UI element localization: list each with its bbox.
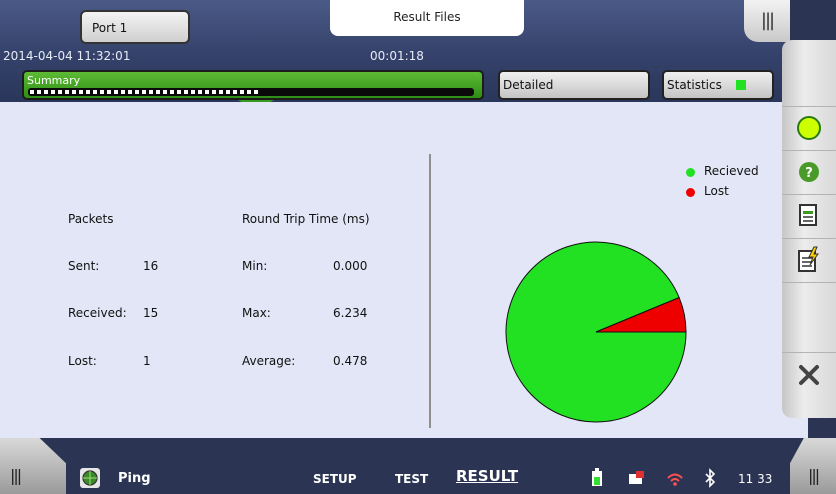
lost-value: 1 xyxy=(143,354,151,368)
help-glyph: ? xyxy=(805,166,813,181)
datetime: 2014-04-04 11:32:01 xyxy=(3,49,131,63)
port-tab[interactable]: Port 1 xyxy=(80,10,190,44)
legend-received-swatch xyxy=(686,168,695,177)
result-files-button[interactable]: Result Files xyxy=(330,0,524,36)
sent-label: Sent: xyxy=(68,259,100,273)
received-value: 15 xyxy=(143,306,159,320)
legend-received-label: Recieved xyxy=(704,164,759,178)
test-progress-fill xyxy=(30,90,260,94)
top-menu-handle[interactable]: ||| xyxy=(744,0,790,42)
app-icon-button[interactable] xyxy=(80,468,100,488)
rtt-average-label: Average: xyxy=(242,354,296,368)
packet-pie-chart xyxy=(505,241,687,423)
tab-summary-label: Summary xyxy=(27,74,81,87)
report-button[interactable] xyxy=(782,194,836,236)
right-handle-glyph: ||| xyxy=(808,466,820,485)
tab-summary[interactable]: Summary xyxy=(22,70,484,100)
sent-value: 16 xyxy=(143,259,159,273)
setup-button[interactable]: SETUP xyxy=(313,472,357,486)
report-icon xyxy=(799,203,817,226)
legend-lost-label: Lost xyxy=(704,184,729,198)
tab-detailed-label: Detailed xyxy=(503,78,554,92)
elapsed-time: 00:01:18 xyxy=(370,49,424,63)
tab-statistics[interactable]: Statistics xyxy=(662,70,774,100)
panel-divider xyxy=(429,154,431,428)
test-progress-bar xyxy=(28,88,474,96)
right-sidebar: ? xyxy=(782,40,836,418)
wifi-icon xyxy=(667,473,683,486)
summary-panel: Packets Sent: 16 Received: 15 Lost: 1 Ro… xyxy=(0,102,808,438)
rtt-max-label: Max: xyxy=(242,306,271,320)
app-name: Ping xyxy=(118,471,151,486)
left-menu-handle[interactable]: ||| xyxy=(0,438,66,494)
rtt-max-value: 6.234 xyxy=(333,306,368,320)
quick-report-button[interactable] xyxy=(782,238,836,280)
battery-plug-icon xyxy=(592,468,602,486)
status-indicator-icon xyxy=(797,115,821,140)
top-bar: Port 1 Result Files ||| 2014-04-04 11:32… xyxy=(0,0,790,102)
clock: 11 33 xyxy=(738,472,773,486)
rtt-min-label: Min: xyxy=(242,259,268,273)
bottom-bar: Ping SETUP TEST RESULT 11 33 xyxy=(0,462,836,494)
help-icon: ? xyxy=(799,161,819,182)
sidebar-empty-slot xyxy=(782,282,836,352)
status-button[interactable] xyxy=(782,106,836,148)
help-button[interactable]: ? xyxy=(782,150,836,192)
tab-statistics-label: Statistics xyxy=(667,78,722,92)
right-menu-handle[interactable]: ||| xyxy=(790,438,836,494)
close-icon xyxy=(799,364,819,385)
usb-storage-icon xyxy=(629,471,644,484)
lost-label: Lost: xyxy=(68,354,97,368)
result-button[interactable]: RESULT xyxy=(456,467,518,485)
rtt-min-value: 0.000 xyxy=(333,259,368,273)
globe-icon xyxy=(82,470,98,486)
statistics-indicator xyxy=(736,80,746,90)
exit-button[interactable] xyxy=(782,352,836,396)
rtt-average-value: 0.478 xyxy=(333,354,368,368)
packets-header: Packets xyxy=(68,212,114,226)
received-label: Received: xyxy=(68,306,127,320)
legend-lost-swatch xyxy=(686,188,695,197)
quick-report-icon xyxy=(798,246,819,272)
rtt-header: Round Trip Time (ms) xyxy=(242,212,370,226)
test-button[interactable]: TEST xyxy=(395,472,428,486)
bluetooth-icon xyxy=(705,468,716,488)
left-handle-glyph: ||| xyxy=(10,466,22,485)
tab-detailed[interactable]: Detailed xyxy=(498,70,650,100)
